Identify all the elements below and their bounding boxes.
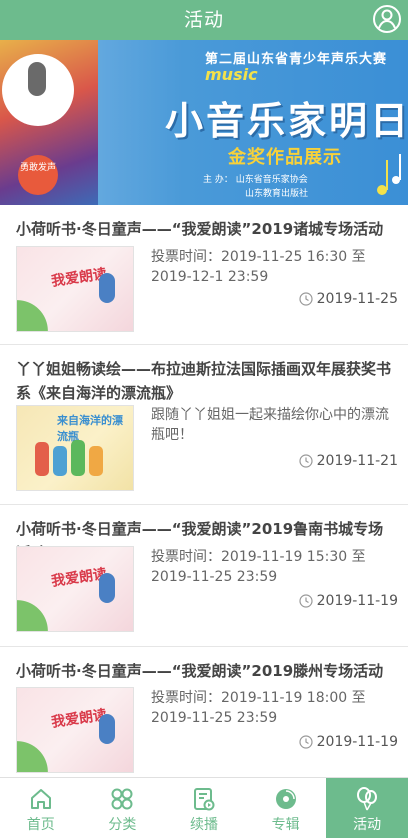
tab-album[interactable]: 专辑 <box>245 778 327 838</box>
tab-label: 续播 <box>189 817 218 833</box>
activity-date-text: 2019-11-25 <box>316 291 398 307</box>
activity-desc: 跟随丫丫姐姐一起来描绘你心中的漂流瓶吧！ <box>151 407 389 443</box>
activity-date-text: 2019-11-21 <box>316 453 398 469</box>
activity-title: 丫丫姐姐畅读绘——布拉迪斯拉法国际插画双年展获奖书系《来自海洋的漂流瓶》 <box>16 360 392 402</box>
activity-thumbnail: 我爱朗读 <box>16 246 134 332</box>
tab-category[interactable]: 分类 <box>82 778 164 838</box>
activity-card[interactable]: 丫丫姐姐畅读绘——布拉迪斯拉法国际插画双年展获奖书系《来自海洋的漂流瓶》 来自海… <box>0 345 408 505</box>
tab-label: 活动 <box>353 817 382 833</box>
banner-organizers: 主 办： 山东省音乐家协会 山东教育出版社 <box>203 173 308 201</box>
promo-banner[interactable]: 勇敢发声 第二届山东省青少年声乐大赛 music 小音乐家明日之 金奖作品展示 … <box>0 40 408 205</box>
activity-card[interactable]: 小荷听书·冬日童声——“我爱朗读”2019诸城专场活动 我爱朗读 投票时间：20… <box>0 205 408 345</box>
tab-label: 分类 <box>108 817 137 833</box>
activity-desc: 投票时间：2019-11-19 15:30 至 2019-11-25 23:59 <box>151 549 366 585</box>
activity-desc: 投票时间：2019-11-25 16:30 至 2019-12-1 23:59 <box>151 249 366 285</box>
activity-thumbnail: 我爱朗读 <box>16 687 134 773</box>
clock-icon <box>299 594 313 608</box>
album-icon <box>275 789 296 809</box>
tab-resume-play[interactable]: 续播 <box>163 778 245 838</box>
resume-play-icon <box>193 788 215 811</box>
tab-label: 专辑 <box>271 817 300 833</box>
bottom-tab-bar: 首页 分类 续播 专辑 活动 <box>0 777 408 838</box>
banner-subtitle: 金奖作品展示 <box>228 147 342 168</box>
microphone-icon <box>28 62 46 96</box>
activity-date-text: 2019-11-19 <box>316 593 398 609</box>
category-icon <box>111 788 133 810</box>
banner-title: 小音乐家明日之 <box>165 99 408 143</box>
clock-icon <box>299 292 313 306</box>
top-bar: 活动 <box>0 0 408 40</box>
tab-label: 首页 <box>26 817 55 833</box>
activity-date: 2019-11-19 <box>299 591 398 611</box>
banner-org-line: 山东教育出版社 <box>245 189 309 199</box>
home-icon <box>30 789 51 809</box>
activity-date: 2019-11-21 <box>299 451 398 471</box>
activity-date-text: 2019-11-19 <box>316 734 398 750</box>
tab-activity[interactable]: 活动 <box>326 778 408 838</box>
activity-thumbnail: 我爱朗读 <box>16 546 134 632</box>
activity-date: 2019-11-19 <box>299 732 398 752</box>
tab-home[interactable]: 首页 <box>0 778 82 838</box>
activity-desc: 投票时间：2019-11-19 18:00 至 2019-11-25 23:59 <box>151 690 366 726</box>
activity-title: 小荷听书·冬日童声——“我爱朗读”2019滕州专场活动 <box>16 662 384 680</box>
banner-org-line: 主 办： 山东省音乐家协会 <box>203 175 308 185</box>
balloons-icon <box>357 787 378 811</box>
user-icon[interactable] <box>372 4 402 34</box>
banner-artwork: 勇敢发声 <box>0 40 98 205</box>
bottles-illustration <box>35 440 103 476</box>
activity-card[interactable]: 小荷听书·冬日童声——“我爱朗读”2019鲁南书城专场活动 我爱朗读 投票时间：… <box>0 505 408 647</box>
music-notes-icon <box>377 154 401 195</box>
activity-card[interactable]: 小荷听书·冬日童声——“我爱朗读”2019滕州专场活动 我爱朗读 投票时间：20… <box>0 647 408 777</box>
clock-icon <box>299 454 313 468</box>
activity-title: 小荷听书·冬日童声——“我爱朗读”2019诸城专场活动 <box>16 220 384 238</box>
activity-date: 2019-11-25 <box>299 289 398 309</box>
page-title: 活动 <box>183 9 224 31</box>
clock-icon <box>299 735 313 749</box>
banner-sticker: 勇敢发声 <box>18 155 58 195</box>
activity-thumbnail: 来自海洋的漂流瓶 <box>16 405 134 491</box>
banner-music-word: music <box>205 65 258 84</box>
